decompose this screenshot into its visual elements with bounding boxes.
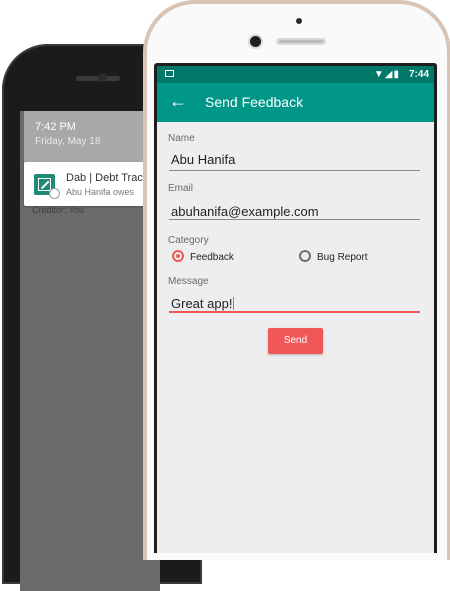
radio-bug-report-label[interactable]: Bug Report [317,252,368,263]
notification-card[interactable]: Dab | Debt Track Abu Hanifa owes [24,162,148,206]
back-arrow-icon[interactable]: ← [169,91,187,111]
lockscreen-date: Friday, May 18 [35,136,101,147]
message-field-underline [169,311,420,313]
status-bar: ▼◢▮ 7:44 [157,66,434,83]
signal-battery-icons: ▼◢▮ [373,69,400,80]
email-field-underline [169,219,420,220]
image-notification-icon [165,70,174,77]
name-field-underline [169,170,420,171]
name-label: Name [168,133,195,144]
message-field[interactable]: Great app! [171,296,235,311]
message-label: Message [168,276,209,287]
message-field-text: Great app! [171,296,233,311]
radio-bug-report[interactable] [299,250,311,262]
email-field[interactable]: abuhanifa@example.com [171,204,319,219]
feedback-form: Name Abu Hanifa Email abuhanifa@example.… [157,122,434,553]
status-time: 7:44 [408,69,429,80]
notification-text: Abu Hanifa owes [66,187,135,197]
name-field[interactable]: Abu Hanifa [171,152,235,167]
chart-app-icon [34,174,60,199]
page-title: Send Feedback [205,94,304,110]
proximity-sensor [296,18,302,24]
front-camera [250,36,261,47]
app-bar: ← Send Feedback [157,83,434,122]
earpiece-speaker [276,38,326,45]
category-label: Category [168,235,209,246]
back-phone-camera [98,73,107,82]
lockscreen-time: 7:42 PM [35,121,76,133]
email-label: Email [168,183,194,194]
radio-feedback[interactable] [172,250,184,262]
send-button[interactable]: Send [268,328,323,354]
radio-feedback-label[interactable]: Feedback [190,252,234,263]
notification-subtext: Creditor: You [32,205,85,215]
notification-title: Dab | Debt Track [66,172,149,184]
text-cursor [233,297,235,310]
